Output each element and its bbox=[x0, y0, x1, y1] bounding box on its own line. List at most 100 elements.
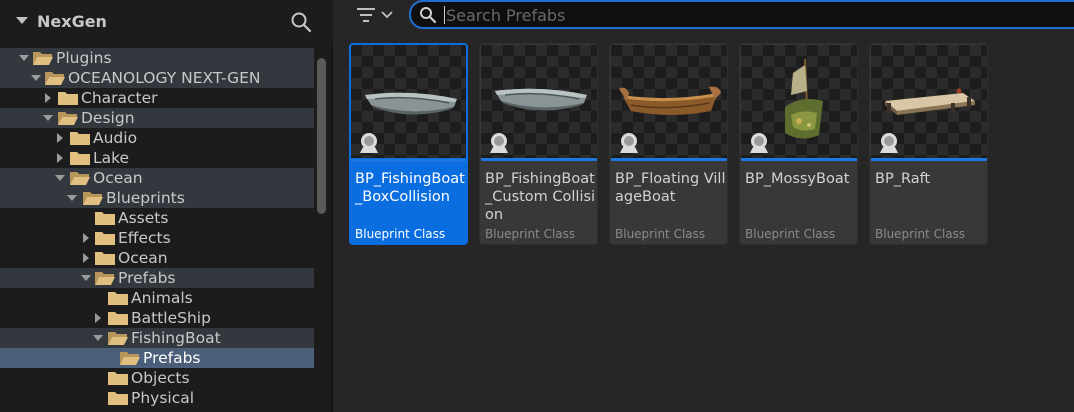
asset-view: BP_FishingBoat_BoxCollision Blueprint Cl… bbox=[334, 0, 1074, 412]
tree-item[interactable]: Assets bbox=[0, 208, 314, 228]
tree-item-label: Physical bbox=[131, 389, 195, 407]
tree-item[interactable]: Character bbox=[0, 88, 314, 108]
tree-item[interactable]: Objects bbox=[0, 368, 314, 388]
expand-arrow-icon[interactable] bbox=[42, 108, 54, 128]
asset-tile[interactable]: BP_FishingBoat_Custom Collision Blueprin… bbox=[479, 43, 598, 245]
tree-item-label: Prefabs bbox=[118, 269, 176, 287]
tree-item[interactable]: OCEANOLOGY NEXT-GEN bbox=[0, 68, 314, 88]
asset-type-bar bbox=[351, 159, 466, 162]
tree-item-label: Animals bbox=[131, 289, 193, 307]
tree-item[interactable]: Effects bbox=[0, 228, 314, 248]
tree-item-label: Audio bbox=[93, 129, 138, 147]
filter-icon[interactable] bbox=[356, 6, 376, 24]
folder-open-icon bbox=[33, 52, 53, 65]
search-icon bbox=[420, 7, 437, 24]
asset-name: BP_Raft bbox=[875, 171, 931, 187]
folder-icon bbox=[70, 152, 90, 165]
tree-scrollbar[interactable] bbox=[317, 58, 326, 214]
asset-type-bar bbox=[741, 158, 857, 161]
blueprint-class-icon bbox=[360, 133, 378, 153]
tree-item-label: Lake bbox=[93, 149, 130, 167]
asset-name: BP_FishingBoat_Custom Collision bbox=[485, 171, 596, 223]
folder-icon bbox=[95, 252, 115, 265]
expand-arrow-icon[interactable] bbox=[66, 188, 78, 208]
tree-item-label: BattleShip bbox=[131, 309, 211, 327]
folder-open-icon bbox=[120, 352, 140, 365]
tree-item-label: Design bbox=[81, 109, 135, 127]
blueprint-class-icon bbox=[620, 133, 638, 153]
search-box[interactable] bbox=[409, 0, 1074, 29]
folder-icon bbox=[95, 232, 115, 245]
asset-type: Blueprint Class bbox=[745, 227, 836, 241]
folder-tree: Plugins OCEANOLOGY NEXT-GEN Character De… bbox=[0, 48, 316, 412]
tree-item[interactable]: Ocean bbox=[0, 168, 314, 188]
tree-item[interactable]: BattleShip bbox=[0, 308, 314, 328]
folder-icon bbox=[108, 372, 128, 385]
tree-item-selected[interactable]: Prefabs bbox=[0, 348, 314, 368]
expand-arrow-icon[interactable] bbox=[80, 268, 92, 288]
folder-open-icon bbox=[58, 112, 78, 125]
tree-item[interactable]: Animals bbox=[0, 288, 314, 308]
folder-icon bbox=[58, 92, 78, 105]
asset-type-bar bbox=[611, 158, 727, 161]
tree-item[interactable]: Plugins bbox=[0, 48, 314, 68]
asset-thumbnail bbox=[611, 45, 727, 158]
folder-icon bbox=[95, 212, 115, 225]
tree-item[interactable]: Prefabs bbox=[0, 268, 314, 288]
chevron-down-icon[interactable] bbox=[381, 9, 393, 21]
folder-icon bbox=[70, 132, 90, 145]
search-input[interactable] bbox=[446, 3, 1046, 27]
asset-tile[interactable]: BP_Floating VillageBoat Blueprint Class bbox=[609, 43, 728, 245]
asset-tile-selected[interactable]: BP_FishingBoat_BoxCollision Blueprint Cl… bbox=[349, 43, 468, 245]
tree-item-label: Plugins bbox=[56, 49, 112, 67]
tree-item[interactable]: Design bbox=[0, 108, 314, 128]
asset-type: Blueprint Class bbox=[615, 227, 706, 241]
asset-thumbnail bbox=[871, 45, 987, 158]
tree-item-label: Prefabs bbox=[143, 349, 201, 367]
asset-tile[interactable]: BP_MossyBoat Blueprint Class bbox=[739, 43, 858, 245]
expand-arrow-icon[interactable] bbox=[92, 328, 104, 348]
content-browser: NexGen Plugins OCEANOLOGY NEXT-GEN Chara… bbox=[0, 0, 1074, 412]
tree-item-partial bbox=[0, 408, 314, 412]
tree-item-label: Blueprints bbox=[106, 189, 185, 207]
sources-panel: NexGen Plugins OCEANOLOGY NEXT-GEN Chara… bbox=[0, 0, 333, 412]
tree-item-label: Ocean bbox=[93, 169, 143, 187]
expand-arrow-icon[interactable] bbox=[54, 168, 66, 188]
asset-type-bar bbox=[481, 158, 597, 161]
tree-item-label: OCEANOLOGY NEXT-GEN bbox=[68, 69, 261, 87]
tree-item[interactable]: Lake bbox=[0, 148, 314, 168]
asset-tile[interactable]: BP_Raft Blueprint Class bbox=[869, 43, 988, 245]
tree-item[interactable]: Audio bbox=[0, 128, 314, 148]
expand-arrow-icon[interactable] bbox=[54, 148, 66, 168]
asset-type-bar bbox=[871, 158, 987, 161]
expand-arrow-icon[interactable] bbox=[18, 48, 30, 68]
tree-item[interactable]: Ocean bbox=[0, 248, 314, 268]
panel-title: NexGen bbox=[37, 12, 107, 31]
expand-arrow-icon[interactable] bbox=[92, 308, 104, 328]
search-icon[interactable] bbox=[290, 11, 312, 33]
tree-item-label: FishingBoat bbox=[131, 329, 221, 347]
expand-arrow-icon[interactable] bbox=[54, 128, 66, 148]
tree-item-label: Assets bbox=[118, 209, 169, 227]
asset-type: Blueprint Class bbox=[355, 227, 446, 241]
expand-arrow-icon[interactable] bbox=[80, 228, 92, 248]
folder-open-icon bbox=[108, 332, 128, 345]
folder-icon bbox=[108, 312, 128, 325]
folder-icon bbox=[108, 392, 128, 405]
asset-thumbnail bbox=[481, 45, 597, 158]
collapse-arrow-icon[interactable] bbox=[16, 17, 28, 24]
tree-item-label: Objects bbox=[131, 369, 190, 387]
folder-icon bbox=[108, 292, 128, 305]
expand-arrow-icon[interactable] bbox=[80, 248, 92, 268]
tree-item[interactable]: Blueprints bbox=[0, 188, 314, 208]
asset-type: Blueprint Class bbox=[875, 227, 966, 241]
folder-open-icon bbox=[45, 72, 65, 85]
tree-item-label: Character bbox=[81, 89, 158, 107]
sources-header: NexGen bbox=[0, 0, 333, 44]
tree-item-label: Ocean bbox=[118, 249, 168, 267]
tree-item[interactable]: FishingBoat bbox=[0, 328, 314, 348]
expand-arrow-icon[interactable] bbox=[30, 68, 42, 88]
expand-arrow-icon[interactable] bbox=[42, 88, 54, 108]
tree-item[interactable]: Physical bbox=[0, 388, 314, 408]
blueprint-class-icon bbox=[880, 133, 898, 153]
